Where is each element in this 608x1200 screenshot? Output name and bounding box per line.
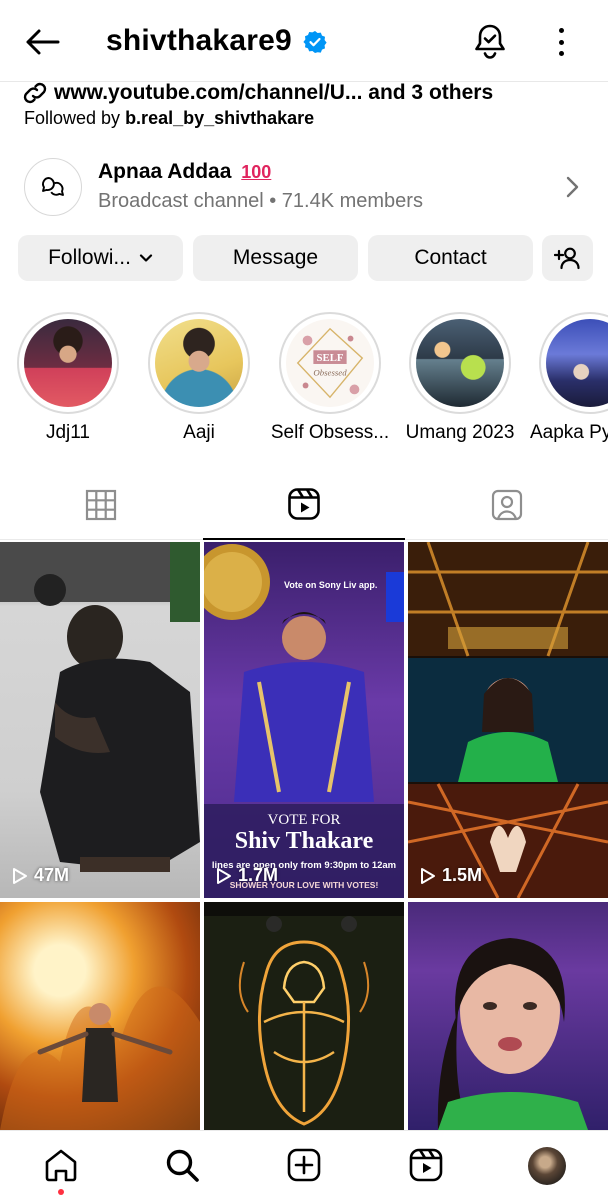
- chevron-right-icon: [562, 172, 582, 202]
- poster-vote-for: VOTE FOR: [268, 812, 341, 828]
- highlight-item[interactable]: SELF Obsessed Self Obsess...: [270, 312, 390, 444]
- highlight-item[interactable]: Aapka Py: [530, 312, 608, 444]
- channel-subtitle: Broadcast channel • 71.4K members: [98, 190, 423, 212]
- more-options-icon[interactable]: [548, 24, 574, 60]
- highlight-cover-ring: [148, 312, 250, 414]
- reel-tile[interactable]: [408, 902, 608, 1130]
- profile-header: shivthakare9: [0, 0, 608, 82]
- play-icon: [421, 867, 435, 884]
- reel-tile[interactable]: 1.5M: [408, 542, 608, 898]
- story-highlights: Jdj11 Aaji SELF Obsessed Self Obsess...: [0, 312, 608, 452]
- profile-content-tabs: [0, 470, 608, 540]
- create-post-icon: [287, 1148, 321, 1182]
- following-button[interactable]: Followi...: [18, 235, 183, 281]
- nav-profile-avatar[interactable]: [528, 1147, 566, 1185]
- reel-tile[interactable]: 47M: [0, 542, 200, 898]
- highlight-cover: [24, 319, 112, 407]
- view-count: 1.5M: [420, 865, 482, 886]
- reel-tile[interactable]: [0, 902, 200, 1130]
- reel-tile[interactable]: Vote on Sony Liv app. VOTE FOR Shiv Thak…: [204, 542, 404, 898]
- nav-create[interactable]: [284, 1145, 324, 1185]
- bottom-navigation: [0, 1130, 608, 1200]
- reel-thumbnail: [204, 902, 404, 1126]
- tab-tagged[interactable]: [406, 470, 608, 540]
- channel-name-text: Apnaa Addaa: [98, 160, 232, 183]
- highlight-cover-ring: SELF Obsessed: [279, 312, 381, 414]
- poster-vote-note: Vote on Sony Liv app.: [284, 580, 377, 590]
- profile-actions: Followi... Message Contact: [18, 235, 593, 281]
- highlight-label: Jdj11: [45, 422, 90, 443]
- back-arrow-icon[interactable]: [22, 24, 62, 60]
- cover-text-obsessed: Obsessed: [313, 368, 347, 378]
- reels-icon: [288, 488, 320, 520]
- reel-tile[interactable]: [204, 902, 404, 1130]
- highlight-label: Aapka Py: [530, 422, 608, 443]
- contact-button[interactable]: Contact: [368, 235, 533, 281]
- highlight-cover: [416, 319, 504, 407]
- home-icon: [45, 1149, 77, 1182]
- highlight-item[interactable]: Jdj11: [8, 312, 128, 444]
- link-icon: [23, 82, 47, 104]
- broadcast-channel-row[interactable]: Apnaa Addaa 100 Broadcast channel • 71.4…: [24, 158, 594, 216]
- notification-bell-icon[interactable]: [470, 20, 510, 62]
- reel-thumbnail: Vote on Sony Liv app. VOTE FOR Shiv Thak…: [204, 544, 404, 898]
- channel-name: Apnaa Addaa 100: [98, 160, 271, 184]
- followed-by-user: b.real_by_shivthakare: [125, 108, 315, 128]
- highlight-item[interactable]: Umang 2023: [400, 312, 520, 444]
- nav-search[interactable]: [162, 1145, 202, 1185]
- highlight-cover-ring: [539, 312, 608, 414]
- highlight-label: Self Obsess...: [270, 422, 390, 443]
- reels-grid: 47M Vote on Sony Liv app. VOTE FOR Shiv …: [0, 542, 608, 1130]
- add-user-icon: [553, 247, 580, 270]
- highlight-label: Umang 2023: [405, 422, 515, 443]
- view-count: 1.7M: [216, 865, 278, 886]
- profile-username: shivthakare9: [106, 24, 292, 57]
- view-count-text: 1.7M: [238, 865, 279, 885]
- highlight-cover-ring: [409, 312, 511, 414]
- poster-name: Shiv Thakare: [235, 828, 374, 854]
- highlight-label: Aaji: [183, 422, 215, 443]
- highlight-cover: SELF Obsessed: [286, 319, 374, 407]
- verified-badge-icon: [303, 30, 327, 54]
- bio-link-text: www.youtube.com/channel/U... and 3 other…: [54, 81, 494, 104]
- reel-thumbnail: [0, 986, 200, 1130]
- reel-thumbnail: [0, 542, 200, 872]
- tab-posts-grid[interactable]: [0, 470, 202, 540]
- play-icon: [13, 867, 27, 884]
- nav-home[interactable]: [41, 1145, 81, 1185]
- tab-reels[interactable]: [203, 470, 405, 540]
- highlight-cover-ring: [17, 312, 119, 414]
- reel-thumbnail: [408, 542, 608, 898]
- self-obsessed-cover-art: SELF Obsessed: [296, 327, 364, 399]
- reel-thumbnail: [437, 938, 588, 1130]
- highlight-item[interactable]: Aaji: [139, 312, 259, 444]
- home-notification-dot: [58, 1189, 64, 1195]
- reels-icon: [409, 1148, 443, 1182]
- grid-icon: [85, 489, 117, 521]
- search-icon: [166, 1149, 199, 1182]
- following-label: Followi...: [48, 246, 131, 269]
- view-count-text: 47M: [34, 865, 70, 885]
- message-button[interactable]: Message: [193, 235, 358, 281]
- view-count-text: 1.5M: [442, 865, 483, 885]
- bio-link[interactable]: www.youtube.com/channel/U... and 3 other…: [22, 80, 493, 106]
- view-count: 47M: [12, 865, 69, 886]
- followed-by-prefix: Followed by: [24, 108, 126, 128]
- channel-avatar: [24, 158, 82, 216]
- suggested-users-button[interactable]: [542, 235, 593, 281]
- chevron-down-icon: [139, 254, 153, 262]
- nav-reels[interactable]: [406, 1145, 446, 1185]
- hundred-emoji: 100: [241, 162, 272, 182]
- highlight-cover: [155, 319, 243, 407]
- play-icon: [217, 867, 231, 884]
- tagged-icon: [491, 489, 523, 521]
- highlight-cover: [546, 319, 608, 407]
- cover-text-self: SELF: [317, 352, 344, 364]
- chat-bubbles-icon: [42, 177, 64, 196]
- followed-by[interactable]: Followed by b.real_by_shivthakare: [24, 108, 314, 129]
